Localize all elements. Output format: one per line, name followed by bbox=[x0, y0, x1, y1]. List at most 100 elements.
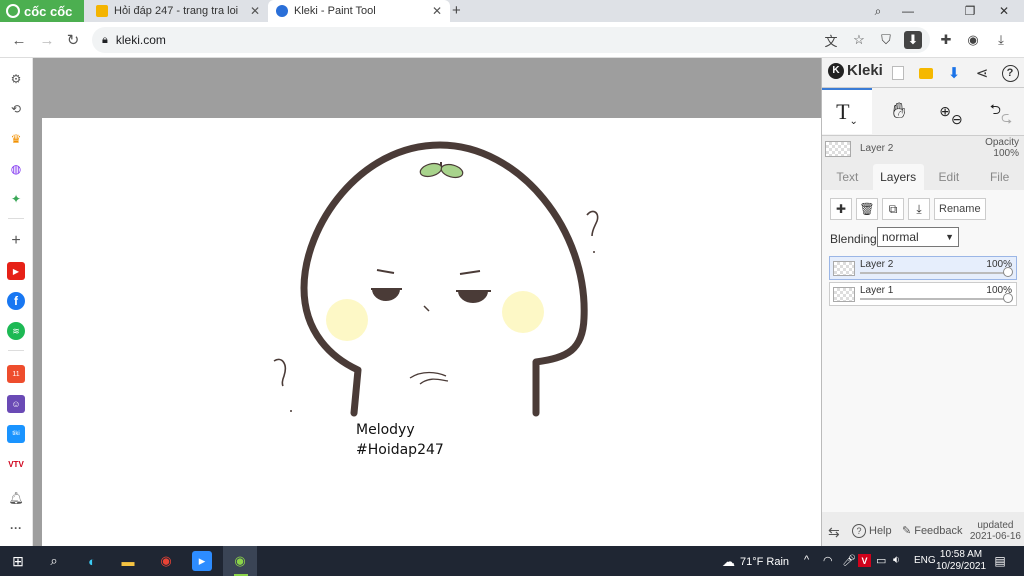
clock-date: 10/29/2021 bbox=[936, 561, 987, 572]
vtv-icon[interactable]: VTV bbox=[7, 455, 25, 473]
shopee-icon[interactable]: 11 bbox=[7, 365, 25, 383]
share-icon[interactable]: ⋖ bbox=[972, 63, 992, 83]
close-window-icon[interactable]: ✕ bbox=[988, 0, 1020, 22]
edge-icon[interactable]: ◐ bbox=[82, 551, 102, 571]
drawing-svg bbox=[273, 141, 599, 417]
game-controller-icon[interactable]: ✦ bbox=[7, 190, 25, 208]
tab-hoidap247[interactable]: Hỏi đáp 247 - trang tra loi ✕ bbox=[88, 0, 268, 22]
forward-icon[interactable]: → bbox=[37, 30, 57, 50]
downloads-icon[interactable]: ⤓ bbox=[992, 31, 1010, 49]
file-explorer-icon[interactable]: ▬ bbox=[118, 551, 138, 571]
delete-layer-icon[interactable]: 🗑︎ bbox=[856, 198, 878, 220]
sprout-leaf-left bbox=[419, 162, 443, 178]
feedback-button[interactable]: ✎ Feedback bbox=[902, 524, 963, 538]
undo-redo-icon[interactable]: ⮌ ⮎ bbox=[976, 88, 1024, 134]
add-layer-icon[interactable]: ✚ bbox=[830, 198, 852, 220]
text-tool-icon[interactable]: T ⌄ bbox=[822, 88, 872, 134]
coccoc-taskbar-button[interactable]: ◉ bbox=[223, 546, 257, 576]
game-avatar-icon[interactable]: ☺ bbox=[7, 395, 25, 413]
updated-info: updated 2021-06-16 bbox=[970, 520, 1021, 542]
canvas-text: Melodyy #Hoidap247 bbox=[356, 420, 444, 460]
layer-thumbnail bbox=[833, 261, 855, 276]
zoom-app-icon[interactable]: ▸ bbox=[192, 551, 212, 571]
tiki-icon[interactable]: tiki bbox=[7, 425, 25, 443]
save-download-icon[interactable]: ⬇ bbox=[944, 63, 964, 83]
help-button[interactable]: ? Help bbox=[852, 524, 892, 538]
tab-file[interactable]: File bbox=[974, 164, 1024, 190]
weather-widget[interactable]: ☁ 71°F Rain bbox=[722, 554, 789, 570]
layer-name: Layer 1 bbox=[860, 285, 894, 296]
rename-button[interactable]: Rename bbox=[934, 198, 986, 220]
address-toolbar: ← → ↻ 🔒︎ kleki.com 文 ☆ ⛉ ⬇ ✚ ◉ ⤓ bbox=[0, 22, 1024, 58]
extensions-icon[interactable]: ✚ bbox=[937, 31, 955, 49]
network-icon[interactable]: ▭ bbox=[876, 554, 886, 567]
spotify-icon[interactable]: ≋ bbox=[7, 322, 25, 340]
layer-row[interactable]: Layer 2 100% bbox=[829, 256, 1017, 280]
clock-time: 10:58 AM bbox=[939, 549, 983, 560]
duplicate-layer-icon[interactable]: ⧉ bbox=[882, 198, 904, 220]
facebook-icon[interactable]: f bbox=[7, 292, 25, 310]
help-circle-icon[interactable]: ? bbox=[1000, 63, 1020, 83]
search-tabs-icon[interactable]: ⌕ bbox=[862, 0, 894, 22]
input-language[interactable]: ENG bbox=[914, 555, 936, 566]
tab-edit[interactable]: Edit bbox=[924, 164, 975, 190]
bookmark-star-icon[interactable]: ☆ bbox=[850, 31, 868, 49]
browser-brand[interactable]: cốc cốc bbox=[0, 0, 84, 22]
messenger-icon[interactable]: ◍ bbox=[7, 160, 25, 178]
vpn-v-icon[interactable]: V bbox=[858, 554, 871, 567]
shield-icon[interactable]: ⛉ bbox=[877, 31, 895, 49]
notification-bell-icon[interactable]: 🔔︎ bbox=[7, 489, 25, 507]
close-tab-icon[interactable]: ✕ bbox=[250, 4, 260, 18]
close-tab-icon[interactable]: ✕ bbox=[432, 4, 442, 18]
tab-layers[interactable]: Layers bbox=[872, 164, 924, 190]
layer-row[interactable]: Layer 1 100% bbox=[829, 282, 1017, 306]
zoom-in-out-icon[interactable]: ⊕ ⊖ bbox=[926, 88, 976, 134]
layer-opacity-slider[interactable] bbox=[1003, 267, 1013, 277]
new-tab-icon[interactable]: + bbox=[452, 2, 461, 19]
tab-kleki[interactable]: Kleki - Paint Tool ✕ bbox=[268, 0, 450, 22]
open-folder-icon[interactable] bbox=[916, 63, 936, 83]
restore-icon[interactable]: ❐ bbox=[954, 0, 986, 22]
tab-text[interactable]: Text bbox=[822, 164, 873, 190]
drawing-canvas[interactable]: Melodyy #Hoidap247 bbox=[42, 118, 821, 546]
address-bar[interactable]: 🔒︎ kleki.com bbox=[92, 27, 930, 53]
nose-mark bbox=[423, 305, 430, 312]
sidebar-divider bbox=[8, 218, 24, 219]
crown-icon[interactable]: ♛ bbox=[7, 130, 25, 148]
chrome-icon[interactable]: ◉ bbox=[156, 551, 176, 571]
kleki-logo: K Kleki bbox=[828, 62, 883, 79]
reload-icon[interactable]: ↻ bbox=[63, 30, 83, 50]
hand-tool-icon[interactable]: ✋︎ bbox=[874, 88, 924, 134]
settings-gear-icon[interactable]: ⚙ bbox=[7, 70, 25, 88]
taskbar-search-icon[interactable]: ⌕ bbox=[44, 551, 64, 571]
youtube-icon[interactable]: ▶ bbox=[7, 262, 25, 280]
coccoc-app-icon: ◉ bbox=[234, 553, 246, 568]
right-eyebrow bbox=[459, 270, 481, 275]
show-hidden-icons-icon[interactable]: ^ bbox=[804, 554, 809, 566]
add-shortcut-icon[interactable]: + bbox=[7, 232, 25, 250]
swap-side-icon[interactable]: ⇆ bbox=[828, 524, 840, 541]
left-eyebrow bbox=[376, 269, 395, 274]
layer-opacity-slider[interactable] bbox=[1003, 293, 1013, 303]
panel-tabs: Text Layers Edit File bbox=[822, 164, 1024, 190]
blending-select[interactable]: normal ▼ bbox=[877, 227, 959, 247]
history-icon[interactable]: ⟲ bbox=[7, 100, 25, 118]
windows-start-icon[interactable]: ⊞ bbox=[8, 551, 28, 571]
kleki-app-name: Kleki bbox=[847, 62, 883, 79]
profile-icon[interactable]: ◉ bbox=[964, 31, 982, 49]
clock[interactable]: 10:58 AM 10/29/2021 bbox=[936, 549, 986, 573]
merge-layer-icon[interactable]: ⤓ bbox=[908, 198, 930, 220]
wifi-icon[interactable]: ◠ bbox=[823, 554, 833, 567]
microphone-icon[interactable]: 🎤︎ bbox=[842, 554, 856, 567]
minimize-icon[interactable]: — bbox=[892, 0, 924, 22]
new-image-icon[interactable] bbox=[888, 63, 908, 83]
current-layer-name: Layer 2 bbox=[860, 143, 894, 154]
current-layer-thumbnail bbox=[825, 141, 851, 157]
download-page-icon[interactable]: ⬇ bbox=[904, 31, 922, 49]
more-icon[interactable]: ··· bbox=[7, 519, 25, 537]
notifications-icon[interactable]: ▤ bbox=[990, 551, 1010, 571]
back-icon[interactable]: ← bbox=[9, 30, 29, 50]
volume-icon[interactable]: 🔉︎ bbox=[893, 554, 900, 567]
translate-icon[interactable]: 文 bbox=[822, 31, 840, 49]
canvas-text-line2: #Hoidap247 bbox=[356, 442, 444, 458]
